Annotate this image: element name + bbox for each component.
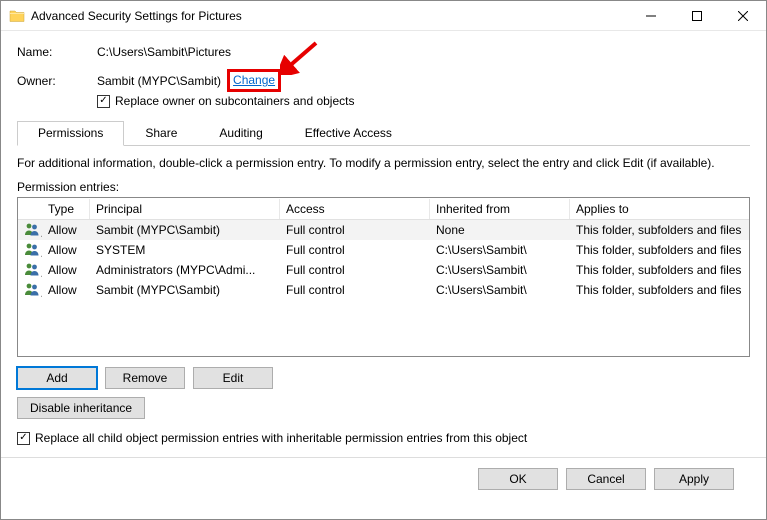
- add-button[interactable]: Add: [17, 367, 97, 389]
- cell-type: Allow: [42, 221, 90, 239]
- titlebar: Advanced Security Settings for Pictures: [1, 1, 766, 31]
- cell-access: Full control: [280, 261, 430, 279]
- name-label: Name:: [17, 45, 97, 59]
- cell-type: Allow: [42, 261, 90, 279]
- col-applies[interactable]: Applies to: [570, 199, 749, 219]
- replace-children-checkbox[interactable]: ✓: [17, 432, 30, 445]
- replace-owner-checkbox[interactable]: ✓: [97, 95, 110, 108]
- cell-inherited: C:\Users\Sambit\: [430, 281, 570, 299]
- window-title: Advanced Security Settings for Pictures: [31, 9, 242, 23]
- owner-label: Owner:: [17, 74, 97, 88]
- user-icon: [18, 279, 42, 302]
- cell-access: Full control: [280, 221, 430, 239]
- cell-type: Allow: [42, 281, 90, 299]
- tab-bar: Permissions Share Auditing Effective Acc…: [17, 120, 750, 146]
- minimize-button[interactable]: [628, 1, 674, 31]
- cell-principal: Sambit (MYPC\Sambit): [90, 281, 280, 299]
- cell-principal: Administrators (MYPC\Admi...: [90, 261, 280, 279]
- folder-icon: [9, 8, 25, 24]
- cell-applies: This folder, subfolders and files: [570, 241, 749, 259]
- instruction-text: For additional information, double-click…: [17, 156, 750, 170]
- change-owner-link[interactable]: Change: [227, 69, 281, 92]
- permission-table: Type Principal Access Inherited from App…: [17, 197, 750, 357]
- edit-button[interactable]: Edit: [193, 367, 273, 389]
- entries-label: Permission entries:: [17, 180, 750, 194]
- col-type[interactable]: Type: [42, 199, 90, 219]
- replace-children-label: Replace all child object permission entr…: [35, 431, 527, 445]
- tab-share[interactable]: Share: [124, 121, 198, 146]
- ok-button[interactable]: OK: [478, 468, 558, 490]
- close-button[interactable]: [720, 1, 766, 31]
- cell-applies: This folder, subfolders and files: [570, 261, 749, 279]
- tab-permissions[interactable]: Permissions: [17, 121, 124, 146]
- replace-owner-label: Replace owner on subcontainers and objec…: [115, 94, 354, 108]
- cell-inherited: None: [430, 221, 570, 239]
- table-row[interactable]: AllowSYSTEMFull controlC:\Users\Sambit\T…: [18, 240, 749, 260]
- highlight-annotation: Change: [227, 69, 281, 92]
- cell-type: Allow: [42, 241, 90, 259]
- col-inherited[interactable]: Inherited from: [430, 199, 570, 219]
- tab-auditing[interactable]: Auditing: [198, 121, 283, 146]
- remove-button[interactable]: Remove: [105, 367, 185, 389]
- col-access[interactable]: Access: [280, 199, 430, 219]
- cancel-button[interactable]: Cancel: [566, 468, 646, 490]
- cell-principal: Sambit (MYPC\Sambit): [90, 221, 280, 239]
- col-principal[interactable]: Principal: [90, 199, 280, 219]
- disable-inheritance-button[interactable]: Disable inheritance: [17, 397, 145, 419]
- apply-button[interactable]: Apply: [654, 468, 734, 490]
- cell-inherited: C:\Users\Sambit\: [430, 241, 570, 259]
- cell-applies: This folder, subfolders and files: [570, 281, 749, 299]
- cell-applies: This folder, subfolders and files: [570, 221, 749, 239]
- table-header: Type Principal Access Inherited from App…: [18, 198, 749, 220]
- cell-inherited: C:\Users\Sambit\: [430, 261, 570, 279]
- owner-value: Sambit (MYPC\Sambit): [97, 74, 221, 88]
- table-row[interactable]: AllowSambit (MYPC\Sambit)Full controlC:\…: [18, 280, 749, 300]
- name-value: C:\Users\Sambit\Pictures: [97, 45, 231, 59]
- cell-principal: SYSTEM: [90, 241, 280, 259]
- tab-effective-access[interactable]: Effective Access: [284, 121, 413, 146]
- table-row[interactable]: AllowAdministrators (MYPC\Admi...Full co…: [18, 260, 749, 280]
- cell-access: Full control: [280, 281, 430, 299]
- cell-access: Full control: [280, 241, 430, 259]
- maximize-button[interactable]: [674, 1, 720, 31]
- table-row[interactable]: AllowSambit (MYPC\Sambit)Full controlNon…: [18, 220, 749, 240]
